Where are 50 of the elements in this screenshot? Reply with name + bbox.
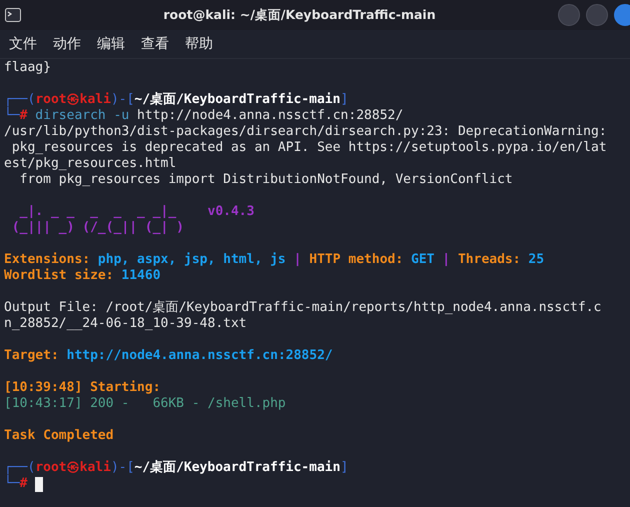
terminal-icon <box>5 8 21 22</box>
terminal-text: http://node4.anna.nssctf.cn:28852/ <box>136 108 404 124</box>
terminal-text: /usr/lib/python3/dist-packages/dirsearch/dirsearch.py:23: DeprecationWarning: <box>4 124 607 140</box>
terminal-text: flaag} <box>4 60 51 76</box>
prompt-frame: ] <box>340 460 348 476</box>
prompt-frame: ] <box>340 92 348 108</box>
terminal-text: pkg_resources is deprecated as an API. See https://setuptools.pypa.io/en/lat <box>10 140 607 156</box>
menu-item[interactable]: 文件 <box>9 35 37 53</box>
prompt-symbol: # <box>20 108 28 124</box>
output-value: 25 <box>528 252 544 268</box>
prompt-frame: └─ <box>4 108 20 124</box>
output-label: Threads: <box>458 252 522 268</box>
output-label: Target: <box>4 348 60 364</box>
log-line: [10:43:17] 200 - 66KB - /shell.php <box>4 396 286 412</box>
terminal-text: Output File: /root/桌面/KeyboardTraffic-main/reports/http_node4.anna.nssctf.c <box>4 300 602 316</box>
banner-text: _|. _ _ _ _ _ _|_ v0.4.3 <box>18 204 254 220</box>
output-label: [10:39:48] Starting: <box>4 380 161 396</box>
output-label: Task Completed <box>4 428 114 444</box>
separator-text: | <box>292 252 302 268</box>
prompt-frame: )-[ <box>110 460 134 476</box>
output-label: Wordlist size: <box>4 268 115 284</box>
menu-item[interactable]: 动作 <box>53 35 81 53</box>
prompt-path: ~/桌面/KeyboardTraffic-main <box>134 92 340 108</box>
prompt-frame: ┌──( <box>4 92 36 108</box>
menu-item[interactable]: 帮助 <box>185 35 213 53</box>
banner-text: (_||| _) (/_(_|| (_| ) <box>10 220 184 236</box>
terminal-text: est/pkg_resources.html <box>4 156 176 172</box>
terminal-text: n_28852/__24-06-18_10-39-48.txt <box>4 316 247 332</box>
menu-item[interactable]: 查看 <box>141 35 169 53</box>
window-title: root@kali: ~/桌面/KeyboardTraffic-main <box>162 6 437 24</box>
command-text: dirsearch -u <box>34 108 130 124</box>
minimize-button[interactable] <box>558 4 580 26</box>
output-value: 11460 <box>121 268 161 284</box>
prompt-frame: ┌──( <box>4 460 36 476</box>
separator-text: | <box>441 252 452 268</box>
prompt-user: root㉿kali <box>35 92 111 108</box>
terminal-text: from pkg_resources import DistributionNotFound, VersionConflict <box>18 172 513 188</box>
maximize-button[interactable] <box>586 4 608 26</box>
output-label: Extensions: <box>4 252 92 268</box>
menu-item[interactable]: 编辑 <box>97 35 125 53</box>
prompt-frame: └─ <box>4 476 20 492</box>
prompt-symbol: # <box>20 476 28 492</box>
output-label: HTTP method: <box>309 252 404 268</box>
prompt-path: ~/桌面/KeyboardTraffic-main <box>134 460 340 476</box>
output-value: GET <box>411 252 434 268</box>
close-button[interactable] <box>614 4 630 26</box>
output-value: php, aspx, jsp, html, js <box>98 252 286 268</box>
prompt-user: root㉿kali <box>35 460 111 476</box>
prompt-frame: )-[ <box>110 92 134 108</box>
output-value: http://node4.anna.nssctf.cn:28852/ <box>66 348 333 364</box>
